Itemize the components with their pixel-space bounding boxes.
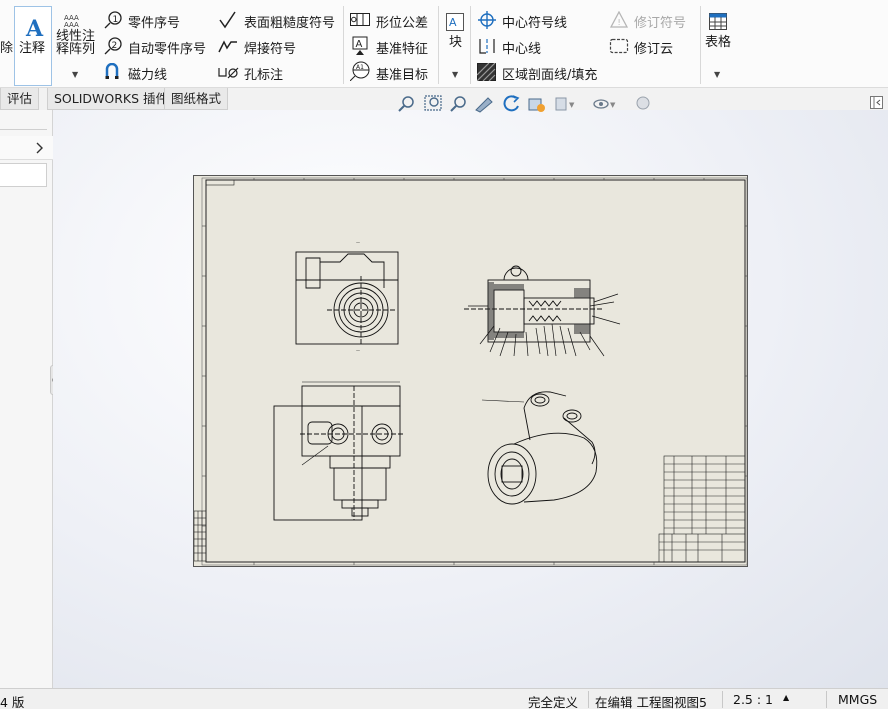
graphics-area[interactable]: — — (53, 110, 888, 688)
ribbon-separator (700, 6, 701, 84)
heads-up-view-toolbar: ▼ ▼ (398, 95, 650, 113)
tab-evaluate[interactable]: 评估 (0, 88, 40, 110)
hole-callout-label[interactable]: 孔标注 (244, 64, 283, 83)
magnetic-line-icon (105, 63, 119, 79)
centerline-icon (479, 39, 495, 54)
svg-text:AAA: AAA (64, 21, 79, 28)
rotate-icon[interactable] (503, 95, 520, 112)
view-orientation-icon[interactable] (528, 98, 545, 112)
scale-dropdown-icon[interactable]: ▲ (783, 693, 789, 702)
zoom-to-area-icon[interactable] (424, 95, 442, 111)
tab-solidworks-addins[interactable]: SOLIDWORKS 插件 (47, 88, 176, 110)
revision-symbol-label[interactable]: 修订符号 (634, 12, 686, 31)
status-scale[interactable]: 2.5 : 1 (733, 692, 773, 707)
center-mark-icon (478, 11, 496, 29)
status-separator (826, 691, 827, 708)
datum-target-icon: A1 (350, 61, 370, 81)
balloon-icon: 1 (104, 11, 122, 29)
blocks-label[interactable]: 块 (449, 31, 462, 50)
area-hatch-icon (477, 63, 496, 81)
svg-text:▼: ▼ (569, 101, 575, 109)
svg-text:A1: A1 (356, 64, 364, 71)
clipped-left-label[interactable]: 除 (0, 37, 13, 56)
revision-cloud-icon (609, 38, 629, 54)
svg-text:A: A (25, 17, 44, 39)
balloon-label[interactable]: 零件序号 (128, 12, 180, 31)
hide-show-icon[interactable]: ▼ (593, 99, 616, 109)
appearance-icon[interactable] (636, 96, 650, 110)
geometric-tolerance-icon (350, 13, 370, 26)
svg-text:—: — (356, 240, 360, 245)
surface-finish-label[interactable]: 表面粗糙度符号 (244, 12, 335, 31)
zoom-to-fit-icon[interactable] (398, 96, 414, 112)
status-units[interactable]: MMGS (838, 692, 877, 707)
svg-text:!: ! (618, 18, 621, 27)
chevron-right-icon (36, 142, 43, 154)
annotation-button[interactable]: A 注释 (14, 6, 52, 86)
block-icon: A (446, 13, 464, 31)
weld-symbol-icon (218, 40, 237, 53)
ribbon-separator (438, 6, 439, 84)
linear-note-pattern-icon: AAA AAA (64, 14, 79, 28)
centerline-label[interactable]: 中心线 (502, 38, 541, 57)
svg-text:▼: ▼ (610, 101, 616, 109)
drawing-sheet-graphics: — — (193, 177, 748, 566)
status-separator (722, 691, 723, 708)
svg-text:2: 2 (112, 41, 118, 51)
magnetic-line-label[interactable]: 磁力线 (128, 64, 167, 83)
command-manager-ribbon: 除 A 注释 AAA AAA 线性注 释阵列 ▼ 1 零件序号 2 自动零件序号… (0, 0, 888, 88)
ribbon-separator (343, 6, 344, 84)
status-fully-defined: 完全定义 (528, 695, 579, 709)
geometric-tolerance-label[interactable]: 形位公差 (376, 12, 428, 31)
table-icon (709, 13, 727, 30)
hole-callout-icon (218, 67, 239, 79)
svg-text:A: A (449, 16, 457, 29)
surface-finish-icon (219, 11, 236, 29)
auto-balloon-label[interactable]: 自动零件序号 (128, 38, 206, 57)
feature-manager-pane (0, 110, 58, 688)
pane-expander[interactable] (0, 136, 53, 160)
linear-note-pattern-label[interactable]: 线性注 释阵列 (56, 30, 96, 56)
pane-filter-input[interactable] (0, 163, 47, 187)
auto-balloon-icon: 2 (104, 37, 122, 55)
annotation-label: 注释 (19, 41, 46, 56)
datum-feature-label[interactable]: 基准特征 (376, 38, 428, 57)
tables-label[interactable]: 表格 (705, 31, 731, 50)
status-bar: 4 版 完全定义 在编辑 工程图视图5 2.5 : 1 ▲ MMGS (0, 688, 888, 709)
datum-target-label[interactable]: 基准目标 (376, 64, 428, 83)
area-hatch-label[interactable]: 区域剖面线/填充 (502, 64, 597, 83)
drawing-sheet[interactable]: — — (193, 175, 748, 567)
svg-text:A: A (356, 39, 363, 50)
revision-cloud-label[interactable]: 修订云 (634, 38, 673, 57)
status-version-text: 4 版 (0, 695, 25, 709)
center-mark-label[interactable]: 中心符号线 (502, 12, 567, 31)
annotation-icon: A (25, 17, 44, 39)
svg-text:—: — (356, 348, 360, 353)
revision-symbol-icon: ! (610, 11, 628, 28)
svg-text:1: 1 (113, 15, 119, 25)
status-editing: 在编辑 工程图视图5 (595, 695, 707, 709)
ribbon-separator (470, 6, 471, 84)
previous-view-icon[interactable] (450, 96, 466, 112)
display-style-icon[interactable]: ▼ (555, 97, 575, 111)
section-view-icon[interactable] (475, 97, 493, 113)
blocks-dropdown-icon[interactable]: ▼ (452, 70, 458, 79)
weld-symbol-label[interactable]: 焊接符号 (244, 38, 296, 57)
pane-header (0, 117, 47, 130)
datum-feature-icon: A (352, 36, 368, 55)
tables-dropdown-icon[interactable]: ▼ (714, 70, 720, 79)
status-separator (588, 691, 589, 708)
tab-sheet-format[interactable]: 图纸格式 (164, 88, 229, 110)
task-pane-toggle-icon[interactable] (870, 96, 884, 110)
linear-note-dropdown-icon[interactable]: ▼ (72, 70, 78, 79)
